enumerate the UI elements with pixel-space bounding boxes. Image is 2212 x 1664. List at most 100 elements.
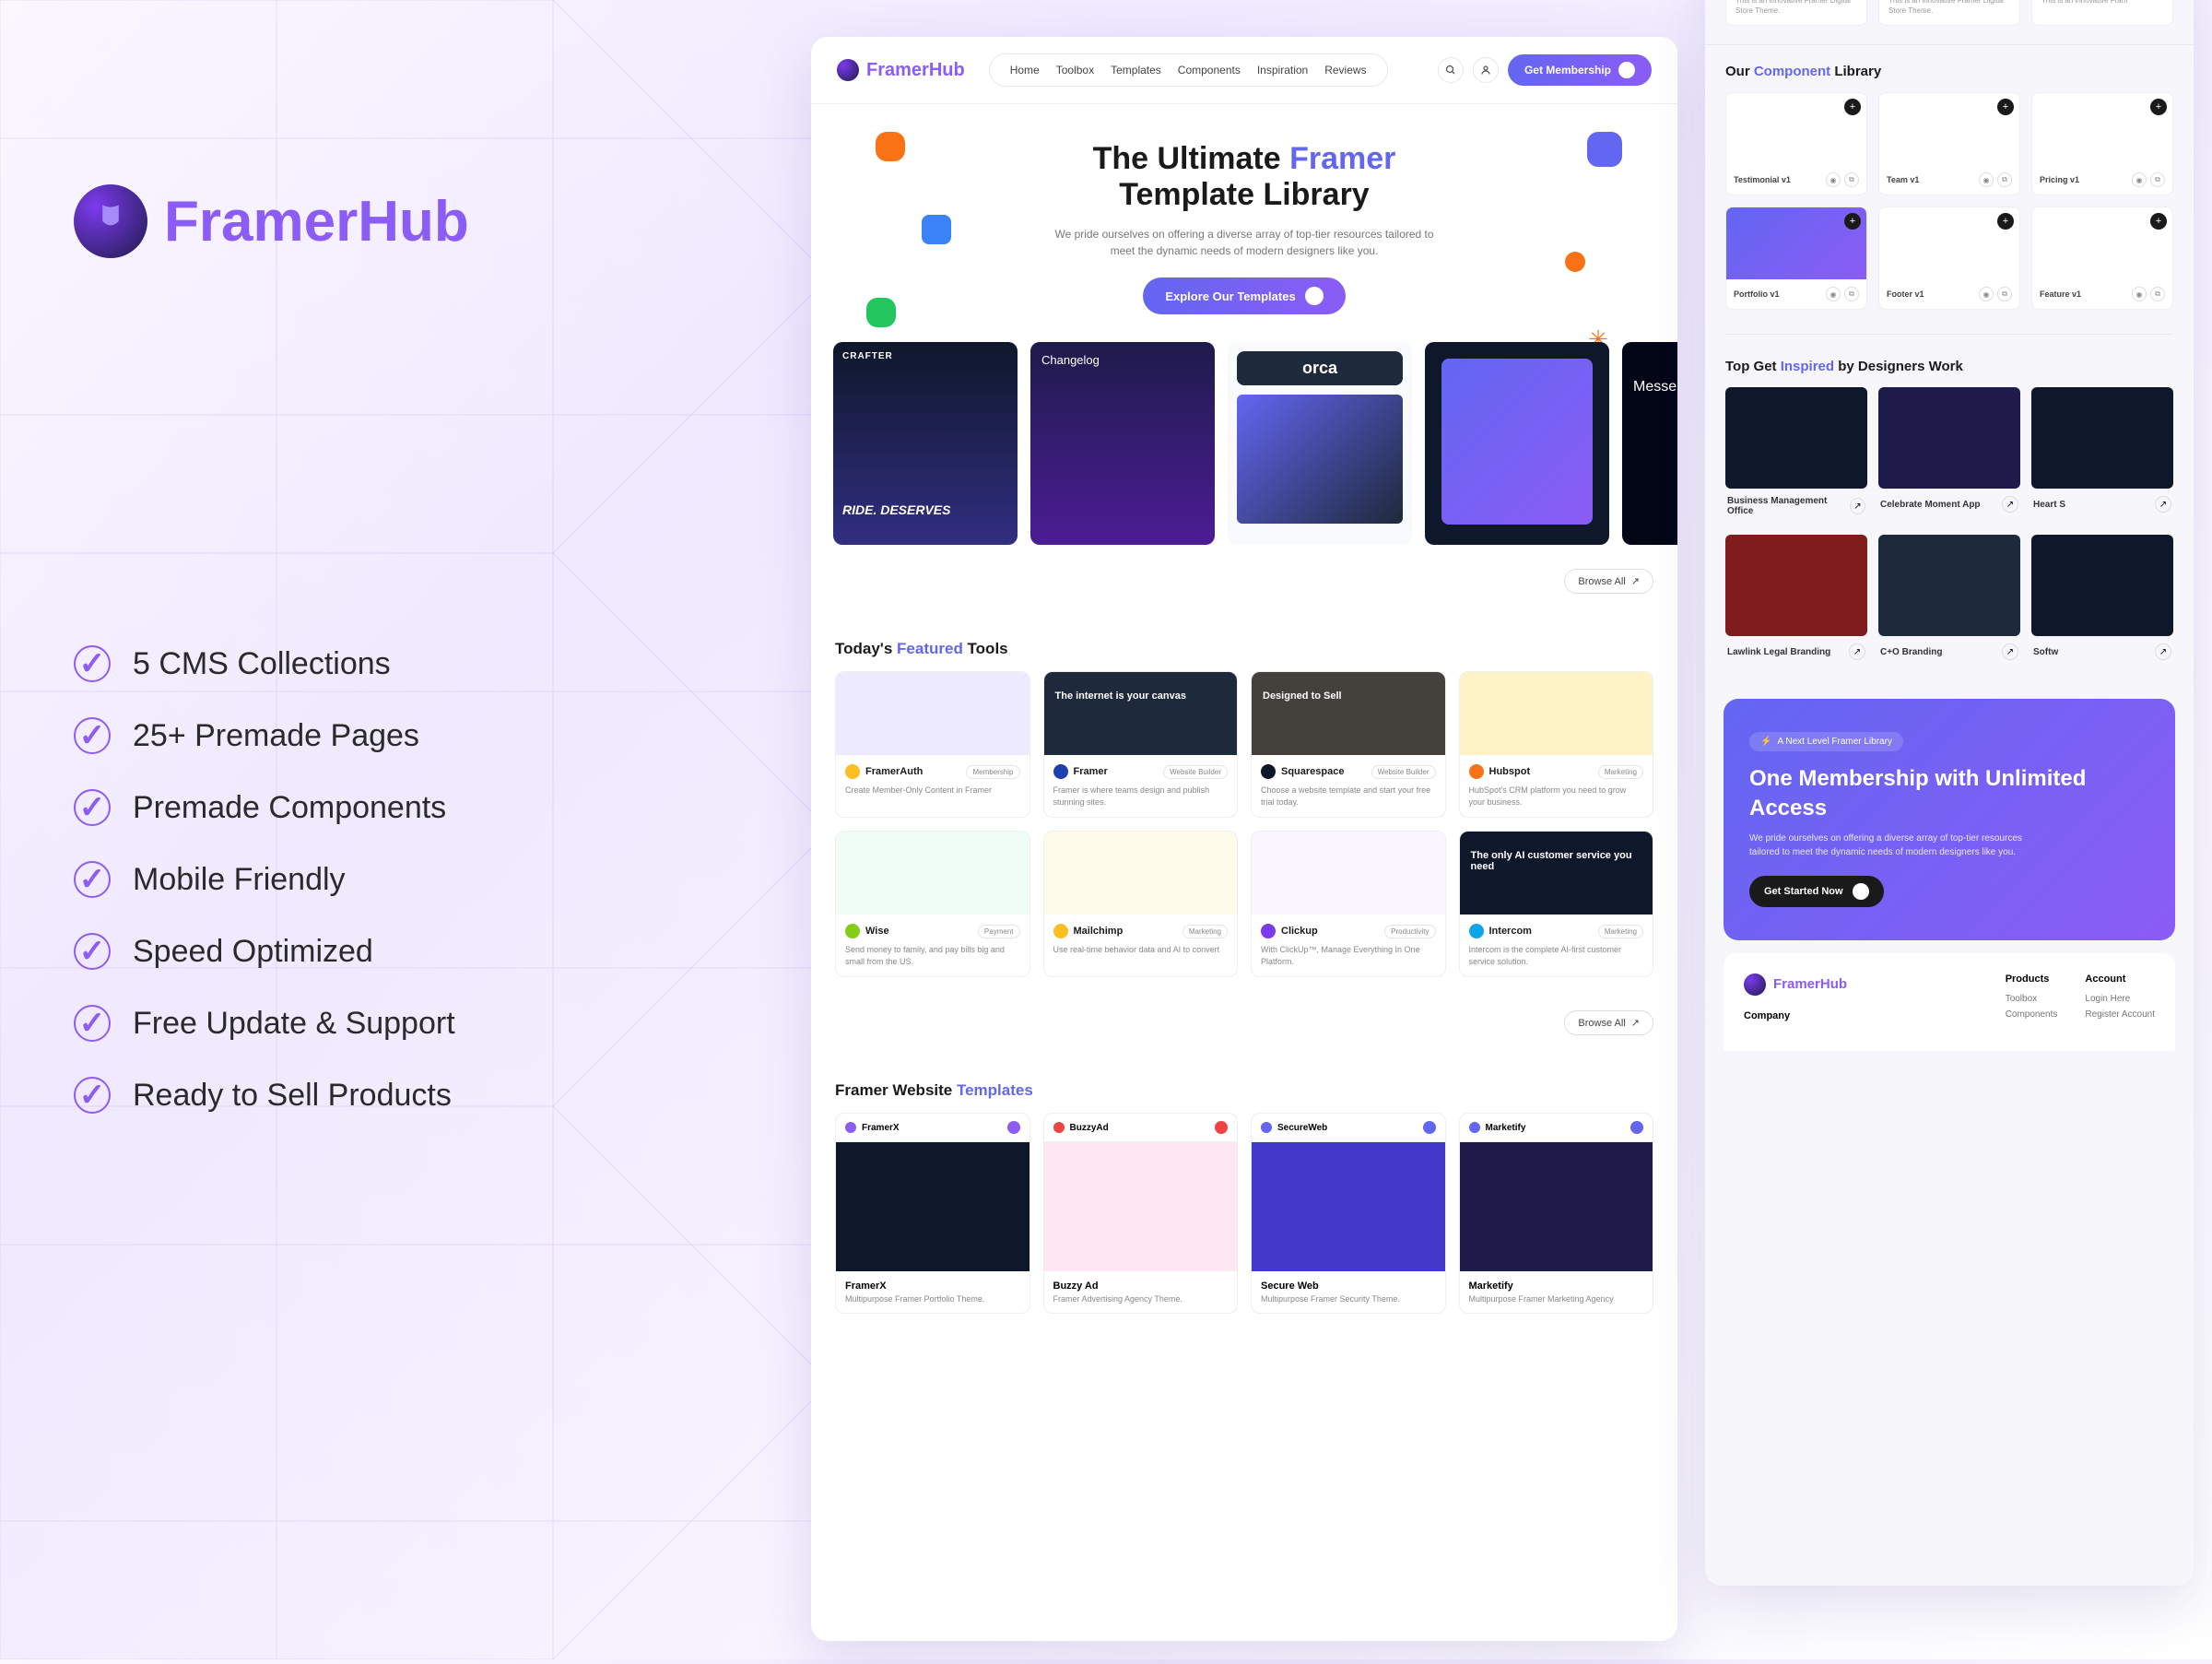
main-preview: FramerHub Home Toolbox Templates Components… [811,37,1677,1641]
copy-icon[interactable]: ⧉ [1997,172,2012,187]
add-icon[interactable]: + [1997,99,2014,115]
external-link-icon[interactable]: ↗ [2155,643,2171,660]
product-card[interactable]: FramerX$35This is an innovative Framer D… [1725,0,1867,26]
tool-card[interactable]: FramerAuthMembershipCreate Member-Only C… [835,671,1030,818]
get-started-button[interactable]: Get Started Now [1749,876,1884,907]
tool-card[interactable]: Designed to SellSquarespaceWebsite Build… [1251,671,1446,818]
banner-subtitle: We pride ourselves on offering a diverse… [1749,832,2053,859]
nav-link[interactable]: Components [1178,64,1241,77]
check-icon: ✓ [74,1005,111,1042]
inspiration-card[interactable]: C+O Branding↗ [1878,535,2020,667]
external-link-icon[interactable]: ↗ [2002,643,2018,660]
membership-button[interactable]: Get Membership [1508,54,1652,86]
product-card[interactable]: Buzzy AdThis is an innovative Framer Dig… [1878,0,2020,26]
footer-col-heading: Account [2085,974,2155,985]
feature-item: ✓Premade Components [74,789,700,826]
section-heading: Framer Website Templates [835,1081,1033,1100]
eye-icon[interactable]: ◉ [1979,172,1994,187]
inspiration-card[interactable]: Heart S↗ [2031,387,2173,524]
external-link-icon[interactable]: ↗ [1849,643,1865,660]
footer-link[interactable]: Login Here [2085,994,2155,1004]
banner-pill: ⚡ A Next Level Framer Library [1749,732,1903,751]
nav-link[interactable]: Templates [1111,64,1161,77]
footer-link[interactable]: Register Account [2085,1009,2155,1020]
inspiration-card[interactable]: Business Management Office↗ [1725,387,1867,524]
add-icon[interactable]: + [1844,213,1861,230]
component-card[interactable]: +Feature v1◉⧉ [2031,207,2173,310]
component-card[interactable]: +Footer v1◉⧉ [1878,207,2020,310]
eye-icon[interactable]: ◉ [1979,287,1994,301]
search-icon[interactable] [1438,57,1464,83]
eye-icon[interactable]: ◉ [2132,287,2147,301]
copy-icon[interactable]: ⧉ [2150,172,2165,187]
inspiration-grid: Business Management Office↗Celebrate Mom… [1725,387,2173,667]
feature-item: ✓5 CMS Collections [74,645,700,682]
site-footer: FramerHub Company Products Toolbox Compo… [1724,953,2175,1051]
inspiration-card[interactable]: Celebrate Moment App↗ [1878,387,2020,524]
eye-icon[interactable]: ◉ [1826,172,1841,187]
product-card[interactable]: This is an innovative Fram [2031,0,2173,26]
site-header: FramerHub Home Toolbox Templates Components… [811,37,1677,104]
component-card[interactable]: +Pricing v1◉⧉ [2031,92,2173,195]
copy-icon[interactable]: ⧉ [1997,287,2012,301]
add-icon[interactable]: + [1844,99,1861,115]
external-link-icon[interactable]: ↗ [2155,496,2171,513]
section-heading: Our Component Library [1725,64,2173,79]
feature-item: ✓Speed Optimized [74,933,700,970]
strip-card[interactable]: Changelog [1030,342,1215,545]
membership-banner: ⚡ A Next Level Framer Library One Member… [1724,699,2175,939]
components-grid: +Testimonial v1◉⧉+Team v1◉⧉+Pricing v1◉⧉… [1725,92,2173,310]
copy-icon[interactable]: ⧉ [2150,287,2165,301]
tool-card[interactable]: The internet is your canvasFramerWebsite… [1043,671,1239,818]
strip-card[interactable]: Messenge [1622,342,1677,545]
tool-card[interactable]: ClickupProductivityWith ClickUp™, Manage… [1251,831,1446,977]
footer-link[interactable]: Toolbox [2006,994,2058,1004]
banner-title: One Membership with Unlimited Access [1749,764,2149,821]
tool-card[interactable]: The only AI customer service you needInt… [1459,831,1654,977]
hero-cta-button[interactable]: Explore Our Templates [1143,277,1345,314]
templates-grid: FramerXFramerXMultipurpose Framer Portfo… [835,1113,1653,1314]
tool-card[interactable]: HubspotMarketingHubSpot's CRM platform y… [1459,671,1654,818]
component-card[interactable]: +Portfolio v1◉⧉ [1725,207,1867,310]
strip-card[interactable]: CRAFTERRIDE. DESERVES [833,342,1018,545]
tool-card[interactable]: MailchimpMarketingUse real-time behavior… [1043,831,1239,977]
template-card[interactable]: SecureWebSecure WebMultipurpose Framer S… [1251,1113,1446,1314]
template-card[interactable]: FramerXFramerXMultipurpose Framer Portfo… [835,1113,1030,1314]
copy-icon[interactable]: ⧉ [1844,287,1859,301]
feature-item: ✓Ready to Sell Products [74,1077,700,1114]
copy-icon[interactable]: ⧉ [1844,172,1859,187]
external-link-icon[interactable]: ↗ [2002,496,2018,513]
side-preview: FramerX$35This is an innovative Framer D… [1705,0,2194,1586]
component-card[interactable]: +Testimonial v1◉⧉ [1725,92,1867,195]
check-icon: ✓ [74,861,111,898]
browse-all-button[interactable]: Browse All ↗ [1564,569,1653,594]
feature-item: ✓25+ Premade Pages [74,717,700,754]
browse-all-button[interactable]: Browse All ↗ [1564,1010,1653,1035]
add-icon[interactable]: + [2150,99,2167,115]
nav-link[interactable]: Inspiration [1257,64,1308,77]
user-icon[interactable] [1473,57,1499,83]
inspiration-card[interactable]: Softw↗ [2031,535,2173,667]
nav-link[interactable]: Home [1010,64,1040,77]
add-icon[interactable]: + [1997,213,2014,230]
nav-link[interactable]: Reviews [1324,64,1366,77]
footer-link[interactable]: Components [2006,1009,2058,1020]
template-card[interactable]: BuzzyAdBuzzy AdFramer Advertising Agency… [1043,1113,1239,1314]
eye-icon[interactable]: ◉ [1826,287,1841,301]
feature-item: ✓Free Update & Support [74,1005,700,1042]
strip-card[interactable]: orca [1228,342,1412,545]
check-icon: ✓ [74,789,111,826]
eye-icon[interactable]: ◉ [2132,172,2147,187]
check-icon: ✓ [74,1077,111,1114]
strip-card[interactable] [1425,342,1609,545]
decor-icon [1565,252,1585,272]
site-logo[interactable]: FramerHub [837,59,965,81]
external-link-icon[interactable]: ↗ [1850,498,1865,514]
feature-item: ✓Mobile Friendly [74,861,700,898]
template-card[interactable]: MarketifyMarketifyMultipurpose Framer Ma… [1459,1113,1654,1314]
tool-card[interactable]: WisePaymentSend money to family, and pay… [835,831,1030,977]
nav-link[interactable]: Toolbox [1056,64,1094,77]
component-card[interactable]: +Team v1◉⧉ [1878,92,2020,195]
inspiration-card[interactable]: Lawlink Legal Branding↗ [1725,535,1867,667]
add-icon[interactable]: + [2150,213,2167,230]
